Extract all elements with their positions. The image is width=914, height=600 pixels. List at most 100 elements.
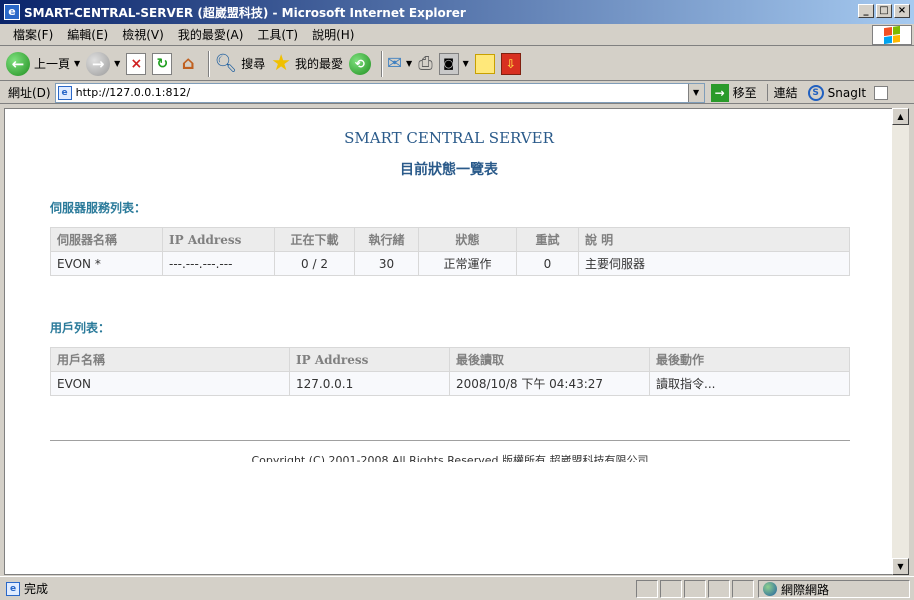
address-dropdown-icon[interactable]: ▼ bbox=[687, 83, 704, 102]
table-cell: EVON * bbox=[50, 251, 163, 276]
table-header: 說 明 bbox=[578, 227, 850, 252]
menu-edit[interactable]: 編輯(E) bbox=[60, 26, 115, 43]
forward-dropdown-icon[interactable]: ▼ bbox=[114, 59, 120, 68]
download-button[interactable]: ⇩ bbox=[500, 52, 521, 75]
refresh-icon: ↻ bbox=[152, 52, 173, 75]
address-label: 網址(D) bbox=[8, 86, 51, 100]
close-button[interactable]: × bbox=[894, 4, 910, 18]
status-bar: e 完成 網際網路 bbox=[0, 576, 914, 600]
user-section-title: 用戶列表： bbox=[50, 321, 111, 335]
stop-icon: × bbox=[126, 52, 147, 75]
go-button[interactable]: → 移至 bbox=[710, 83, 757, 102]
back-arrow-icon: ← bbox=[6, 51, 30, 76]
menu-file[interactable]: 檔案(F) bbox=[6, 26, 60, 43]
menu-bar: 檔案(F) 編輯(E) 檢視(V) 我的最愛(A) 工具(T) 說明(H) bbox=[0, 24, 914, 46]
status-panel bbox=[708, 580, 730, 598]
snagit-button[interactable]: S SnagIt bbox=[807, 84, 866, 101]
forward-button[interactable]: → ▼ bbox=[86, 51, 120, 76]
footer-divider bbox=[50, 440, 850, 441]
search-icon: 🔍︎ bbox=[214, 53, 238, 74]
favorites-button[interactable]: ★ 我的最愛 bbox=[271, 52, 343, 75]
notes-button[interactable] bbox=[474, 53, 495, 74]
table-row: EVON 127.0.0.1 2008/10/8 下午 04:43:27 讀取指… bbox=[50, 371, 850, 396]
toolbar-separator bbox=[380, 50, 383, 77]
page-subtitle: 目前狀態一覽表 bbox=[400, 162, 498, 178]
print-button[interactable]: ⎙ bbox=[418, 53, 432, 74]
table-cell: 正常運作 bbox=[418, 251, 517, 276]
table-header: 最後動作 bbox=[649, 347, 850, 372]
links-button[interactable]: 連結 bbox=[766, 84, 798, 101]
window-controls: _ □ × bbox=[858, 4, 910, 18]
page-viewport: SMART CENTRAL SERVER 目前狀態一覽表 伺服器服務列表： 伺服… bbox=[4, 108, 894, 575]
toolbar: ← 上一頁 ▼ → ▼ × ↻ ⌂ 🔍︎ 搜尋 ★ 我的最愛 ⟲ ✉ ▼ ⎙ ◙… bbox=[0, 47, 914, 81]
back-button[interactable]: ← 上一頁 ▼ bbox=[6, 51, 80, 76]
vertical-scrollbar[interactable]: ▲ ▼ bbox=[892, 108, 909, 575]
table-header-row: 伺服器名稱 IP Address 正在下載 執行緒 狀態 重試 說 明 bbox=[50, 227, 850, 252]
table-header: 用戶名稱 bbox=[50, 347, 290, 372]
history-button[interactable]: ⟲ bbox=[348, 52, 371, 75]
favorites-label: 我的最愛 bbox=[294, 57, 343, 71]
mail-dropdown-icon[interactable]: ▼ bbox=[406, 59, 412, 68]
page-done-icon: e bbox=[6, 581, 20, 596]
refresh-button[interactable]: ↻ bbox=[152, 52, 173, 75]
menu-help[interactable]: 說明(H) bbox=[305, 26, 361, 43]
history-icon: ⟲ bbox=[348, 52, 371, 75]
windows-logo bbox=[872, 25, 912, 45]
table-cell: 讀取指令... bbox=[649, 371, 850, 396]
maximize-button[interactable]: □ bbox=[876, 4, 892, 18]
edit-icon: ◙ bbox=[438, 52, 459, 75]
menu-view[interactable]: 檢視(V) bbox=[115, 26, 171, 43]
menu-favorites[interactable]: 我的最愛(A) bbox=[171, 26, 251, 43]
table-header: IP Address bbox=[162, 227, 275, 252]
scroll-up-button[interactable]: ▲ bbox=[892, 108, 909, 125]
ie-page-icon: e bbox=[4, 4, 20, 20]
table-header: 執行緒 bbox=[354, 227, 419, 252]
scroll-down-button[interactable]: ▼ bbox=[892, 558, 909, 575]
back-label: 上一頁 bbox=[34, 57, 71, 71]
toolbar-separator bbox=[208, 50, 211, 77]
server-section-title: 伺服器服務列表： bbox=[50, 201, 147, 215]
status-panel bbox=[660, 580, 682, 598]
home-button[interactable]: ⌂ bbox=[178, 53, 198, 75]
menu-tools[interactable]: 工具(T) bbox=[250, 26, 305, 43]
stop-button[interactable]: × bbox=[126, 52, 147, 75]
snagit-icon: S bbox=[807, 84, 824, 101]
server-table: 伺服器名稱 IP Address 正在下載 執行緒 狀態 重試 說 明 EVON… bbox=[50, 227, 850, 276]
table-header: 重試 bbox=[516, 227, 579, 252]
table-cell: 127.0.0.1 bbox=[289, 371, 450, 396]
table-cell: ---.---.---.--- bbox=[162, 251, 275, 276]
edit-button[interactable]: ◙ ▼ bbox=[438, 52, 469, 75]
sticky-note-icon bbox=[474, 53, 495, 74]
status-text: 完成 bbox=[24, 582, 49, 596]
security-zone[interactable]: 網際網路 bbox=[758, 580, 910, 598]
status-panels bbox=[636, 580, 754, 598]
snagit-capture-icon[interactable] bbox=[874, 85, 889, 100]
windows-flag-icon bbox=[884, 25, 900, 45]
table-header-row: 用戶名稱 IP Address 最後讀取 最後動作 bbox=[50, 347, 850, 372]
status-panel bbox=[636, 580, 658, 598]
table-cell: EVON bbox=[50, 371, 290, 396]
edit-dropdown-icon[interactable]: ▼ bbox=[463, 59, 469, 68]
table-row: EVON * ---.---.---.--- 0 / 2 30 正常運作 0 主… bbox=[50, 251, 850, 276]
table-cell: 0 / 2 bbox=[274, 251, 355, 276]
address-url[interactable]: http://127.0.0.1:812/ bbox=[76, 86, 191, 99]
table-cell: 2008/10/8 下午 04:43:27 bbox=[449, 371, 650, 396]
mail-button[interactable]: ✉ ▼ bbox=[387, 53, 412, 74]
copyright-text: Copyright (C) 2001-2008 All Rights Reser… bbox=[251, 454, 649, 462]
table-header: 狀態 bbox=[418, 227, 517, 252]
status-panel bbox=[684, 580, 706, 598]
table-cell: 30 bbox=[354, 251, 419, 276]
table-header: 正在下載 bbox=[274, 227, 355, 252]
back-dropdown-icon[interactable]: ▼ bbox=[74, 59, 80, 68]
table-header: IP Address bbox=[289, 347, 450, 372]
address-bar: 網址(D) e http://127.0.0.1:812/ ▼ → 移至 連結 … bbox=[0, 82, 914, 104]
title-bar: e SMART-CENTRAL-SERVER (超崴盟科技) - Microso… bbox=[0, 0, 914, 24]
minimize-button[interactable]: _ bbox=[858, 4, 874, 18]
forward-arrow-icon: → bbox=[86, 51, 111, 76]
address-input[interactable]: e http://127.0.0.1:812/ ▼ bbox=[54, 82, 705, 103]
page-icon: e bbox=[57, 85, 72, 100]
printer-icon: ⎙ bbox=[418, 53, 433, 74]
search-label: 搜尋 bbox=[241, 57, 266, 71]
search-button[interactable]: 🔍︎ 搜尋 bbox=[214, 53, 265, 74]
download-icon: ⇩ bbox=[500, 52, 521, 75]
